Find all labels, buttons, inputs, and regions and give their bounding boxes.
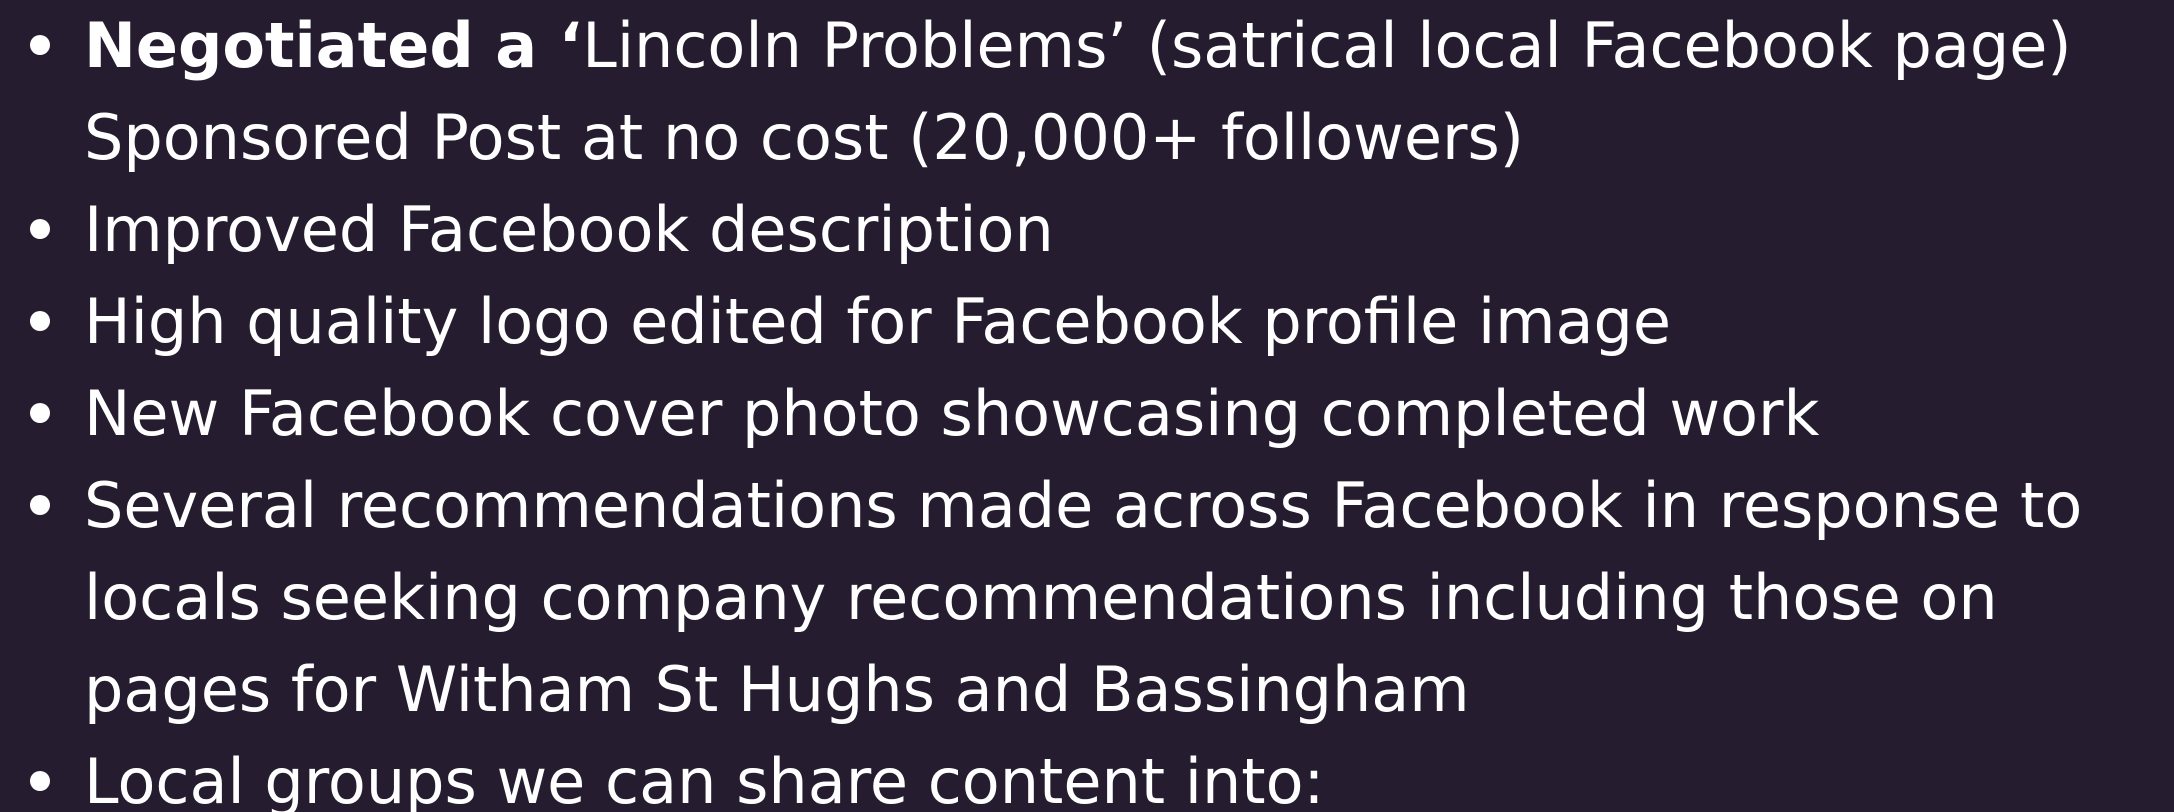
- list-item-text: Lincoln Problems’ (satrical local Facebo…: [582, 9, 2072, 82]
- list-item-line: locals seeking company recommendations i…: [84, 561, 1998, 634]
- bullet-dot-icon: [30, 311, 50, 331]
- bullet-dot-icon: [30, 35, 50, 55]
- list-item-line: Local groups we can share content into:: [84, 745, 1325, 812]
- list-item: Negotiated a ‘Lincoln Problems’ (satrica…: [0, 0, 2174, 184]
- bold-lead-text: Negotiated a ‘: [84, 9, 583, 82]
- list-item: Improved Facebook description: [0, 184, 2174, 276]
- list-item-line: Sponsored Post at no cost (20,000+ follo…: [84, 101, 1524, 174]
- list-item-line: pages for Witham St Hughs and Bassingham: [84, 653, 1470, 726]
- list-item-line: High quality logo edited for Facebook pr…: [84, 285, 1672, 358]
- list-item: Local groups we can share content into:: [0, 736, 2174, 812]
- list-item-line: Several recommendations made across Face…: [84, 469, 2083, 542]
- bullet-list: Negotiated a ‘Lincoln Problems’ (satrica…: [0, 0, 2174, 812]
- list-item-line: Improved Facebook description: [84, 193, 1054, 266]
- bullet-dot-icon: [30, 403, 50, 423]
- list-item-line: Negotiated a ‘Lincoln Problems’ (satrica…: [84, 0, 2154, 92]
- list-item: Several recommendations made across Face…: [0, 460, 2174, 736]
- bullet-dot-icon: [30, 219, 50, 239]
- list-item: High quality logo edited for Facebook pr…: [0, 276, 2174, 368]
- bullet-dot-icon: [30, 495, 50, 515]
- bullet-dot-icon: [30, 771, 50, 791]
- list-item-line: New Facebook cover photo showcasing comp…: [84, 377, 1820, 450]
- list-item: New Facebook cover photo showcasing comp…: [0, 368, 2174, 460]
- document-page: Negotiated a ‘Lincoln Problems’ (satrica…: [0, 0, 2174, 812]
